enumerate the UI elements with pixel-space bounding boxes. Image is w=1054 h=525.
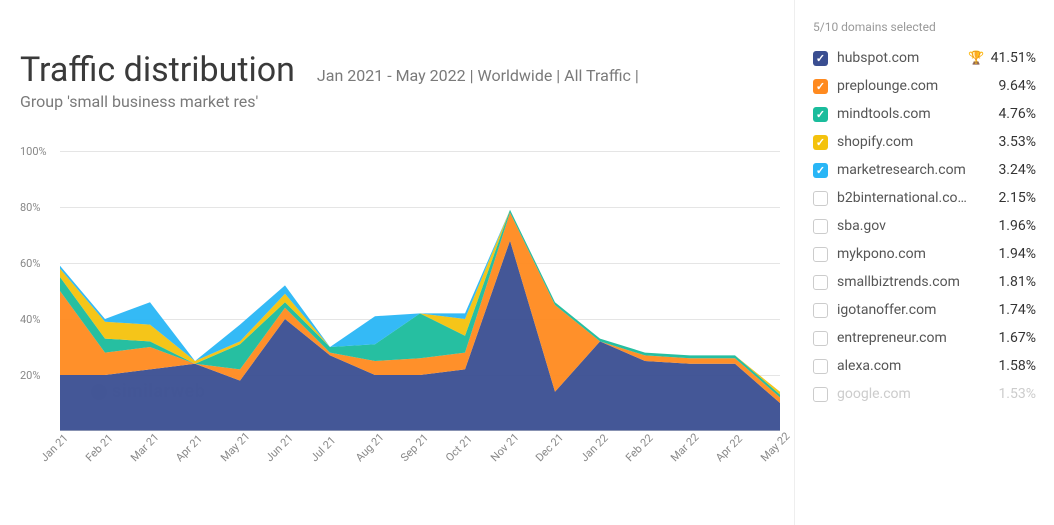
- legend-item[interactable]: google.com 1.53%: [813, 384, 1036, 404]
- x-tick-label: Jan 22: [578, 431, 611, 464]
- legend-percent: 3.24%: [998, 162, 1036, 178]
- legend-checkbox[interactable]: [813, 247, 828, 262]
- legend-item[interactable]: smallbiztrends.com 1.81%: [813, 272, 1036, 292]
- x-tick-label: May 21: [218, 430, 253, 465]
- legend-checkbox[interactable]: [813, 275, 828, 290]
- legend-checkbox[interactable]: [813, 163, 828, 178]
- x-tick-label: Oct 21: [443, 432, 475, 464]
- legend-percent: 2.15%: [998, 190, 1036, 206]
- chart-subtitle-1: Jan 2021 - May 2022 | Worldwide | All Tr…: [317, 66, 639, 85]
- legend-percent: 1.67%: [998, 330, 1036, 346]
- x-axis-labels: Jan 21Feb 21Mar 21Apr 21May 21Jun 21Jul …: [60, 433, 780, 483]
- legend-name: google.com: [837, 386, 992, 402]
- legend-percent: 1.96%: [998, 218, 1036, 234]
- y-tick-label: 40%: [20, 313, 40, 326]
- legend-name: marketresearch.com: [837, 162, 992, 178]
- main-panel: Traffic distribution Jan 2021 - May 2022…: [0, 0, 790, 525]
- x-tick-label: Jun 21: [263, 431, 296, 464]
- trophy-icon: 🏆: [968, 51, 984, 66]
- legend-checkbox[interactable]: [813, 79, 828, 94]
- legend-name: shopify.com: [837, 134, 992, 150]
- legend-name: hubspot.com: [837, 50, 965, 66]
- legend-percent: 9.64%: [998, 78, 1036, 94]
- x-tick-label: Mar 22: [668, 431, 702, 465]
- y-tick-label: 20%: [20, 369, 40, 382]
- legend-percent: 3.53%: [998, 134, 1036, 150]
- legend-name: b2binternational.co…: [837, 190, 992, 206]
- legend-list: hubspot.com🏆 41.51% preplounge.com 9.64% min…: [813, 48, 1036, 404]
- legend-name: igotanoffer.com: [837, 302, 992, 318]
- x-tick-label: Feb 21: [83, 432, 116, 465]
- chart-area: 20%40%60%80%100% similarweb Jan 21Feb 21…: [20, 151, 780, 491]
- legend-percent: 1.74%: [998, 302, 1036, 318]
- legend-checkbox[interactable]: [813, 219, 828, 234]
- x-tick-label: Apr 22: [713, 432, 745, 464]
- chart-subtitle-2: Group 'small business market res': [20, 92, 790, 111]
- legend-sidebar: 5/10 domains selected hubspot.com🏆 41.51%…: [794, 0, 1054, 525]
- x-tick-label: Nov 21: [488, 431, 522, 465]
- y-tick-label: 80%: [20, 201, 40, 214]
- legend-percent: 41.51%: [991, 50, 1036, 66]
- legend-item[interactable]: hubspot.com🏆 41.51%: [813, 48, 1036, 68]
- legend-percent: 1.58%: [998, 358, 1036, 374]
- x-tick-label: Apr 21: [173, 432, 205, 464]
- legend-name: alexa.com: [837, 358, 992, 374]
- legend-item[interactable]: mykpono.com 1.94%: [813, 244, 1036, 264]
- page-title: Traffic distribution: [20, 50, 295, 90]
- legend-item[interactable]: entrepreneur.com 1.67%: [813, 328, 1036, 348]
- x-tick-label: Aug 21: [353, 431, 387, 465]
- y-tick-label: 60%: [20, 257, 40, 270]
- x-tick-label: May 22: [758, 430, 793, 465]
- x-tick-label: Feb 22: [623, 432, 656, 465]
- legend-checkbox[interactable]: [813, 107, 828, 122]
- legend-percent: 4.76%: [998, 106, 1036, 122]
- selection-count: 5/10 domains selected: [813, 20, 1036, 34]
- chart-header: Traffic distribution Jan 2021 - May 2022…: [20, 0, 790, 121]
- legend-checkbox[interactable]: [813, 191, 828, 206]
- legend-checkbox[interactable]: [813, 135, 828, 150]
- legend-percent: 1.53%: [998, 386, 1036, 402]
- legend-percent: 1.94%: [998, 246, 1036, 262]
- x-tick-label: Sep 21: [398, 431, 431, 464]
- legend-checkbox[interactable]: [813, 303, 828, 318]
- legend-name: mindtools.com: [837, 106, 992, 122]
- legend-item[interactable]: sba.gov 1.96%: [813, 216, 1036, 236]
- legend-checkbox[interactable]: [813, 51, 828, 66]
- x-tick-label: Dec 21: [533, 431, 566, 464]
- legend-name: mykpono.com: [837, 246, 992, 262]
- x-tick-label: Jul 21: [308, 434, 338, 464]
- legend-name: entrepreneur.com: [837, 330, 992, 346]
- legend-item[interactable]: igotanoffer.com 1.74%: [813, 300, 1036, 320]
- area-chart[interactable]: [60, 151, 780, 431]
- legend-item[interactable]: alexa.com 1.58%: [813, 356, 1036, 376]
- legend-item[interactable]: marketresearch.com 3.24%: [813, 160, 1036, 180]
- x-tick-label: Jan 21: [38, 431, 71, 464]
- legend-item[interactable]: preplounge.com 9.64%: [813, 76, 1036, 96]
- legend-name: preplounge.com: [837, 78, 992, 94]
- legend-checkbox[interactable]: [813, 331, 828, 346]
- legend-percent: 1.81%: [998, 274, 1036, 290]
- legend-name: sba.gov: [837, 218, 992, 234]
- legend-checkbox[interactable]: [813, 359, 828, 374]
- legend-name: smallbiztrends.com: [837, 274, 992, 290]
- y-tick-label: 100%: [20, 145, 47, 158]
- legend-item[interactable]: b2binternational.co… 2.15%: [813, 188, 1036, 208]
- legend-item[interactable]: mindtools.com 4.76%: [813, 104, 1036, 124]
- legend-item[interactable]: shopify.com 3.53%: [813, 132, 1036, 152]
- legend-checkbox[interactable]: [813, 387, 828, 402]
- x-tick-label: Mar 21: [128, 431, 162, 465]
